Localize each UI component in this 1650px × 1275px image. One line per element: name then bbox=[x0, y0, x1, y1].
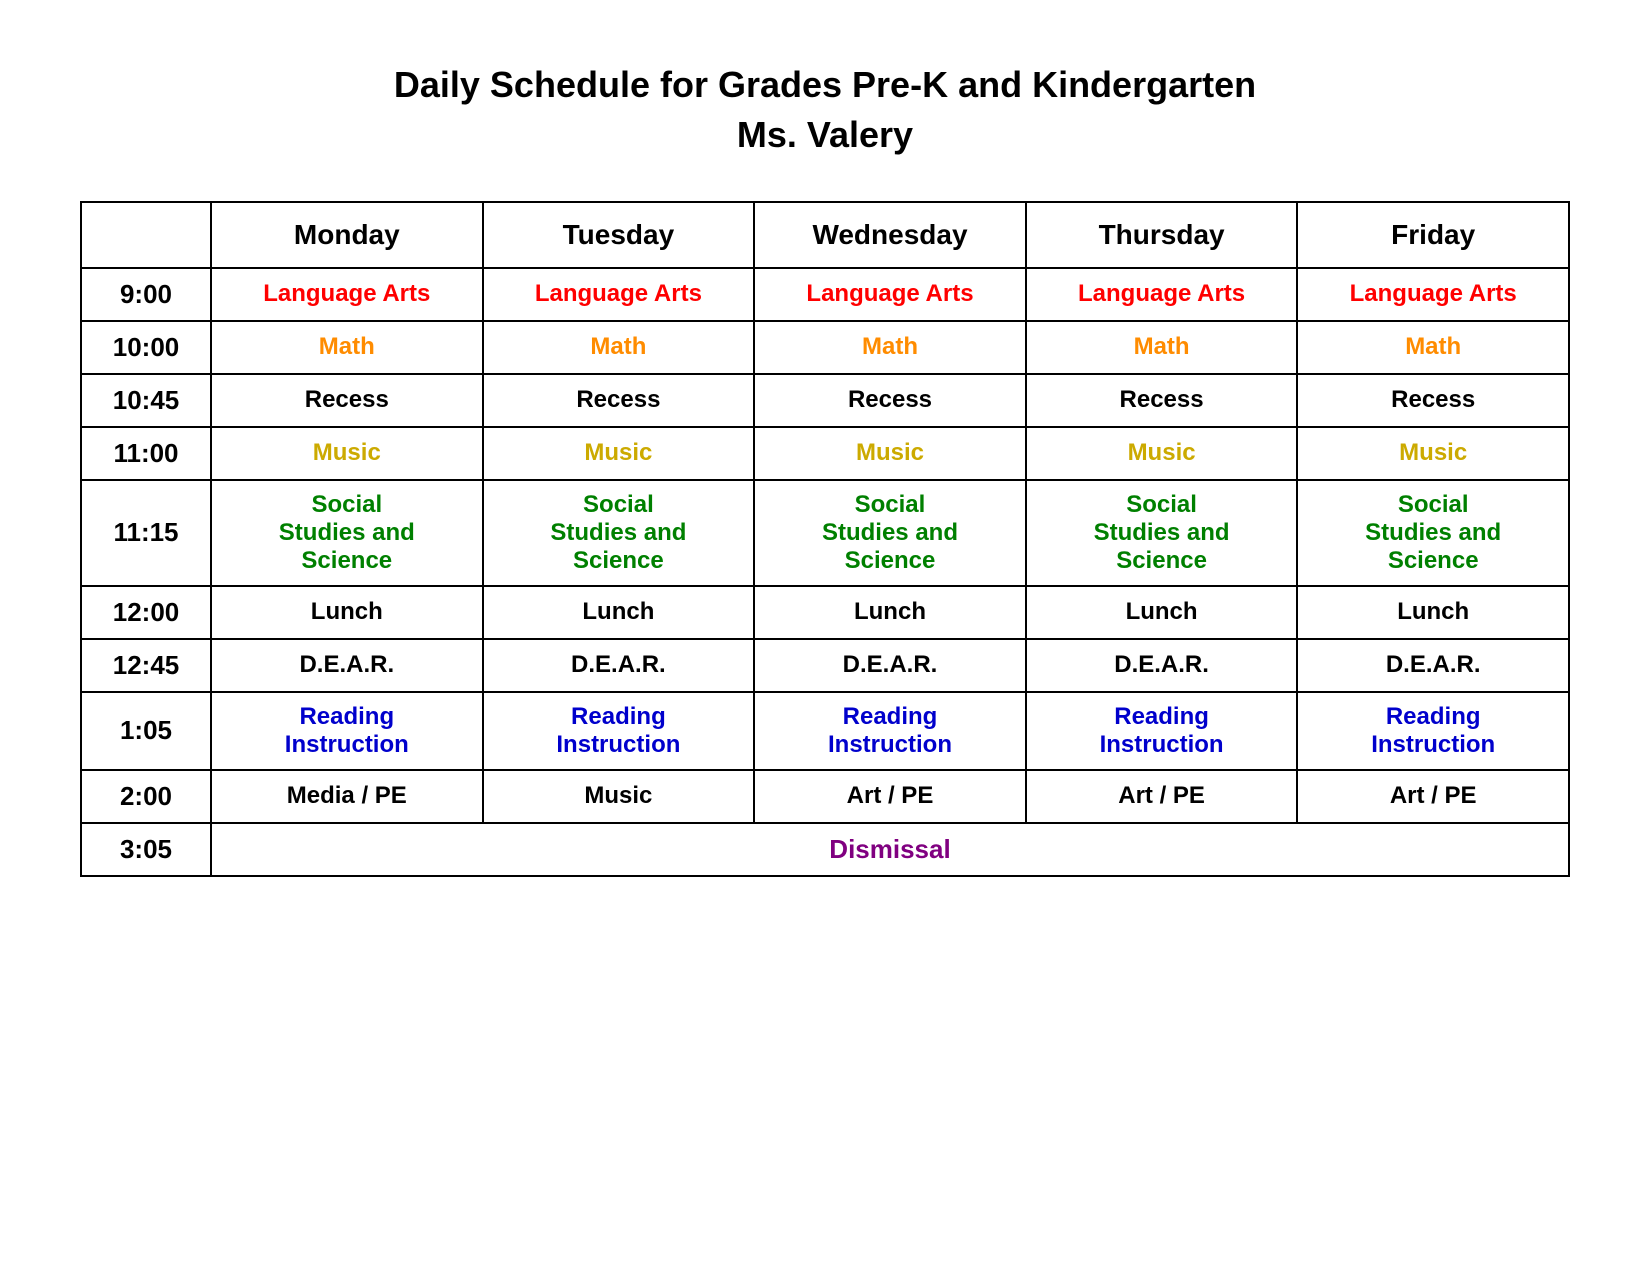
table-row: 10:00MathMathMathMathMath bbox=[81, 321, 1569, 374]
table-row: 12:45D.E.A.R.D.E.A.R.D.E.A.R.D.E.A.R.D.E… bbox=[81, 639, 1569, 692]
header-monday: Monday bbox=[211, 202, 483, 268]
subject-cell: Language Arts bbox=[754, 268, 1026, 321]
subject-cell: D.E.A.R. bbox=[211, 639, 483, 692]
subject-cell: Music bbox=[1026, 427, 1298, 480]
subject-cell: Music bbox=[211, 427, 483, 480]
subject-cell: Math bbox=[754, 321, 1026, 374]
subject-cell: ReadingInstruction bbox=[1026, 692, 1298, 770]
subject-cell: SocialStudies andScience bbox=[1026, 480, 1298, 586]
subject-cell: Math bbox=[1026, 321, 1298, 374]
page-title: Daily Schedule for Grades Pre-K and Kind… bbox=[394, 60, 1256, 161]
header-time bbox=[81, 202, 211, 268]
subject-cell: Language Arts bbox=[1297, 268, 1569, 321]
subject-cell: Music bbox=[483, 770, 755, 823]
subject-cell: Art / PE bbox=[1026, 770, 1298, 823]
table-row: 2:00Media / PEMusicArt / PEArt / PEArt /… bbox=[81, 770, 1569, 823]
subject-cell: Music bbox=[754, 427, 1026, 480]
subject-cell: Lunch bbox=[1297, 586, 1569, 639]
subject-cell: Media / PE bbox=[211, 770, 483, 823]
subject-cell: Recess bbox=[483, 374, 755, 427]
header-thursday: Thursday bbox=[1026, 202, 1298, 268]
subject-cell: SocialStudies andScience bbox=[754, 480, 1026, 586]
title-line1: Daily Schedule for Grades Pre-K and Kind… bbox=[394, 60, 1256, 110]
time-cell: 1:05 bbox=[81, 692, 211, 770]
subject-cell: Language Arts bbox=[1026, 268, 1298, 321]
subject-cell: Recess bbox=[754, 374, 1026, 427]
subject-cell: Language Arts bbox=[211, 268, 483, 321]
table-row: 3:05Dismissal bbox=[81, 823, 1569, 876]
time-cell: 11:15 bbox=[81, 480, 211, 586]
subject-cell: Math bbox=[211, 321, 483, 374]
subject-cell: Language Arts bbox=[483, 268, 755, 321]
header-tuesday: Tuesday bbox=[483, 202, 755, 268]
time-cell: 3:05 bbox=[81, 823, 211, 876]
subject-cell: Art / PE bbox=[754, 770, 1026, 823]
subject-cell: Lunch bbox=[1026, 586, 1298, 639]
table-row: 9:00Language ArtsLanguage ArtsLanguage A… bbox=[81, 268, 1569, 321]
dismissal-cell: Dismissal bbox=[211, 823, 1569, 876]
subject-cell: Recess bbox=[1297, 374, 1569, 427]
subject-cell: Lunch bbox=[211, 586, 483, 639]
subject-cell: Recess bbox=[1026, 374, 1298, 427]
subject-cell: Music bbox=[1297, 427, 1569, 480]
header-wednesday: Wednesday bbox=[754, 202, 1026, 268]
time-cell: 9:00 bbox=[81, 268, 211, 321]
table-row: 10:45RecessRecessRecessRecessRecess bbox=[81, 374, 1569, 427]
time-cell: 11:00 bbox=[81, 427, 211, 480]
subject-cell: Recess bbox=[211, 374, 483, 427]
table-row: 1:05ReadingInstructionReadingInstruction… bbox=[81, 692, 1569, 770]
subject-cell: ReadingInstruction bbox=[754, 692, 1026, 770]
time-cell: 10:00 bbox=[81, 321, 211, 374]
time-cell: 12:00 bbox=[81, 586, 211, 639]
subject-cell: ReadingInstruction bbox=[1297, 692, 1569, 770]
subject-cell: Lunch bbox=[483, 586, 755, 639]
subject-cell: Lunch bbox=[754, 586, 1026, 639]
time-cell: 12:45 bbox=[81, 639, 211, 692]
subject-cell: SocialStudies andScience bbox=[211, 480, 483, 586]
subject-cell: Art / PE bbox=[1297, 770, 1569, 823]
subject-cell: Math bbox=[483, 321, 755, 374]
table-row: 11:00MusicMusicMusicMusicMusic bbox=[81, 427, 1569, 480]
subject-cell: D.E.A.R. bbox=[754, 639, 1026, 692]
subject-cell: D.E.A.R. bbox=[1297, 639, 1569, 692]
header-friday: Friday bbox=[1297, 202, 1569, 268]
subject-cell: Math bbox=[1297, 321, 1569, 374]
page-container: Daily Schedule for Grades Pre-K and Kind… bbox=[80, 60, 1570, 877]
subject-cell: D.E.A.R. bbox=[483, 639, 755, 692]
subject-cell: D.E.A.R. bbox=[1026, 639, 1298, 692]
time-cell: 10:45 bbox=[81, 374, 211, 427]
subject-cell: SocialStudies andScience bbox=[1297, 480, 1569, 586]
table-row: 11:15SocialStudies andScienceSocialStudi… bbox=[81, 480, 1569, 586]
time-cell: 2:00 bbox=[81, 770, 211, 823]
table-row: 12:00LunchLunchLunchLunchLunch bbox=[81, 586, 1569, 639]
subject-cell: SocialStudies andScience bbox=[483, 480, 755, 586]
subject-cell: Music bbox=[483, 427, 755, 480]
schedule-table: Monday Tuesday Wednesday Thursday Friday… bbox=[80, 201, 1570, 877]
header-row: Monday Tuesday Wednesday Thursday Friday bbox=[81, 202, 1569, 268]
subject-cell: ReadingInstruction bbox=[483, 692, 755, 770]
subject-cell: ReadingInstruction bbox=[211, 692, 483, 770]
title-line2: Ms. Valery bbox=[394, 110, 1256, 160]
